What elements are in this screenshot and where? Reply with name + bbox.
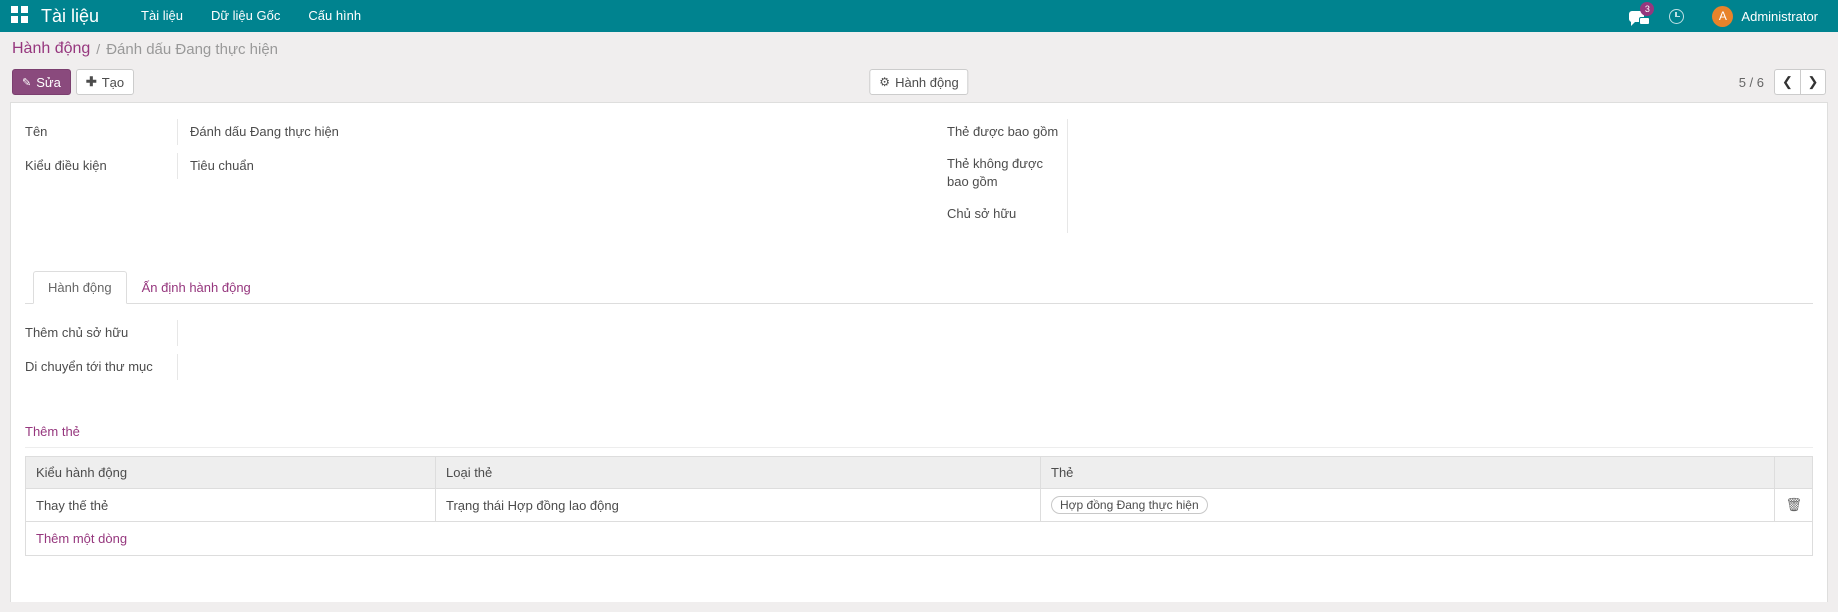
- edit-button[interactable]: ✎ Sửa: [12, 69, 71, 95]
- gear-icon: ⚙: [879, 75, 891, 89]
- table-row[interactable]: Thay thế thẻ Trạng thái Hợp đồng lao độn…: [25, 488, 1813, 522]
- user-name: Administrator: [1741, 8, 1818, 24]
- field-excluded-tags-label: Thẻ không được bao gồm: [947, 156, 1044, 189]
- field-condition-type: Kiểu điều kiện Tiêu chuẩn: [25, 153, 919, 181]
- create-button-label: Tạo: [101, 74, 125, 90]
- field-condition-type-label: Kiểu điều kiện: [25, 158, 107, 173]
- field-move-to-folder-value[interactable]: [177, 354, 1813, 380]
- notebook-tabs: Hành động Ấn định hành động: [25, 271, 1813, 304]
- pager-count: 5 / 6: [1738, 74, 1764, 90]
- pager: 5 / 6 ❮ ❯: [1739, 69, 1826, 95]
- top-navbar: Tài liệu Tài liệu Dữ liệu Gốc Cấu hình 3…: [0, 0, 1838, 32]
- plus-icon: ✚: [85, 74, 97, 89]
- tag-pill[interactable]: Hợp đồng Đang thực hiện: [1051, 496, 1208, 514]
- messages-badge: 3: [1640, 2, 1655, 16]
- breadcrumb-current: Đánh dấu Đang thực hiện: [106, 40, 279, 58]
- pencil-icon: ✎: [22, 76, 32, 89]
- cell-tag-type[interactable]: Trạng thái Hợp đồng lao động: [435, 488, 1041, 522]
- pager-buttons: ❮ ❯: [1774, 69, 1826, 95]
- field-move-to-folder: Di chuyển tới thư mục: [25, 354, 1813, 382]
- form-sheet: Tên Đánh dấu Đang thực hiện Kiểu điều ki…: [10, 102, 1828, 602]
- action-menu-label: Hành động: [895, 74, 959, 90]
- cell-tag[interactable]: Hợp đồng Đang thực hiện: [1040, 488, 1776, 522]
- chat-bubble-secondary-icon: [1639, 17, 1651, 25]
- pager-previous-button[interactable]: ❮: [1774, 69, 1800, 95]
- action-menu-button[interactable]: ⚙ Hành động: [869, 69, 969, 95]
- breadcrumb-parent[interactable]: Hành động: [12, 40, 90, 58]
- field-condition-type-value[interactable]: Tiêu chuẩn: [177, 153, 919, 179]
- field-owner-value[interactable]: [1068, 193, 1297, 221]
- field-add-owner-label: Thêm chủ sở hữu: [25, 325, 129, 340]
- form-group-left: Tên Đánh dấu Đang thực hiện Kiểu điều ki…: [25, 119, 919, 233]
- field-name: Tên Đánh dấu Đang thực hiện: [25, 119, 919, 147]
- form-group-right-values: [1067, 119, 1297, 233]
- edit-button-label: Sửa: [36, 74, 61, 90]
- field-included-tags-value[interactable]: [1068, 119, 1297, 147]
- avatar: A: [1712, 5, 1734, 27]
- nav-item-documents[interactable]: Tài liệu: [127, 0, 197, 32]
- pager-next-button[interactable]: ❯: [1800, 69, 1826, 95]
- field-add-owner: Thêm chủ sở hữu: [25, 320, 1813, 348]
- tab-actions[interactable]: Hành động: [33, 271, 127, 304]
- column-header-tag-type[interactable]: Loại thẻ: [435, 456, 1041, 489]
- brand-title[interactable]: Tài liệu: [41, 6, 99, 27]
- trash-icon[interactable]: 🗑: [1785, 497, 1802, 512]
- user-menu[interactable]: A Administrator: [1696, 5, 1828, 27]
- breadcrumb: Hành động / Đánh dấu Đang thực hiện: [0, 32, 1838, 62]
- column-header-actions: [1774, 456, 1813, 489]
- field-excluded-tags-value[interactable]: [1068, 147, 1297, 193]
- table-add-row[interactable]: Thêm một dòng: [25, 521, 1813, 556]
- column-header-tag[interactable]: Thẻ: [1040, 456, 1776, 489]
- table-header-row: Kiểu hành động Loại thẻ Thẻ: [25, 456, 1813, 489]
- field-move-to-folder-label: Di chuyển tới thư mục: [25, 359, 153, 374]
- form-group-right-labels: Thẻ được bao gồm Thẻ không được bao gồm …: [947, 119, 1067, 233]
- field-owner-label: Chủ sở hữu: [947, 206, 1017, 221]
- control-panel-center: ⚙ Hành động: [869, 69, 969, 95]
- activity-clock-icon[interactable]: [1656, 0, 1696, 32]
- section-title-add-tags: Thêm thẻ: [25, 418, 1813, 448]
- field-add-owner-value[interactable]: [177, 320, 1813, 346]
- sheet-wrapper: Tên Đánh dấu Đang thực hiện Kiểu điều ki…: [0, 102, 1838, 602]
- apps-grid-icon[interactable]: [11, 6, 31, 26]
- control-panel: ✎ Sửa ✚ Tạo ⚙ Hành động 5 / 6 ❮ ❯: [0, 62, 1838, 102]
- column-header-action-kind[interactable]: Kiểu hành động: [25, 456, 436, 489]
- tags-action-table: Kiểu hành động Loại thẻ Thẻ Thay thế thẻ…: [25, 456, 1813, 556]
- cell-action-kind[interactable]: Thay thế thẻ: [25, 488, 436, 522]
- field-included-tags-label: Thẻ được bao gồm: [947, 124, 1059, 139]
- field-name-value[interactable]: Đánh dấu Đang thực hiện: [177, 119, 919, 145]
- add-line-link[interactable]: Thêm một dòng: [26, 522, 137, 555]
- navbar-right: 3 A Administrator: [1616, 0, 1828, 32]
- field-name-label: Tên: [25, 124, 48, 139]
- nav-item-master-data[interactable]: Dữ liệu Gốc: [197, 0, 294, 32]
- cell-add-line[interactable]: Thêm một dòng: [25, 521, 1813, 556]
- notebook-page-actions: Thêm chủ sở hữu Di chuyển tới thư mục Th…: [25, 304, 1813, 556]
- nav-item-configuration[interactable]: Cấu hình: [294, 0, 375, 32]
- messages-button[interactable]: 3: [1616, 0, 1656, 32]
- breadcrumb-separator: /: [96, 41, 101, 57]
- notebook: Hành động Ấn định hành động Thêm chủ sở …: [11, 271, 1827, 556]
- tab-assign-actions[interactable]: Ấn định hành động: [127, 271, 266, 304]
- form-group-row: Tên Đánh dấu Đang thực hiện Kiểu điều ki…: [11, 119, 1827, 233]
- form-group-right: Thẻ được bao gồm Thẻ không được bao gồm …: [919, 119, 1813, 233]
- create-button[interactable]: ✚ Tạo: [75, 69, 135, 95]
- cell-delete[interactable]: 🗑: [1774, 488, 1813, 522]
